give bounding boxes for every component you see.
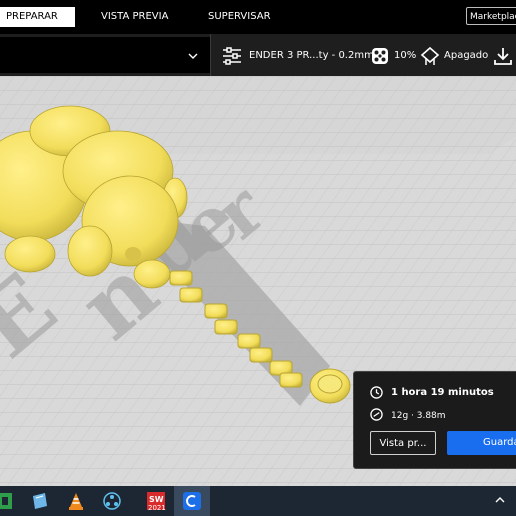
taskbar-app-3[interactable]	[58, 486, 94, 516]
print-time: 1 hora 19 minutos	[391, 387, 494, 398]
taskbar-app-5[interactable]: SW 2021	[138, 486, 174, 516]
chevron-up-icon[interactable]	[494, 494, 506, 506]
support-status[interactable]: Apagado	[444, 49, 488, 63]
marketplace-button[interactable]: Marketplace	[466, 7, 516, 25]
app-header: PREPARAR VISTA PREVIA SUPERVISAR Marketp…	[0, 0, 516, 34]
printer-selector[interactable]	[0, 37, 210, 73]
app-green-icon	[0, 493, 12, 509]
windows-taskbar: SW 2021	[0, 486, 516, 516]
app-network-icon	[103, 492, 121, 510]
taskbar-app-1[interactable]	[0, 486, 22, 516]
tab-vista-previa[interactable]: VISTA PREVIA	[95, 7, 174, 27]
vlc-icon	[69, 493, 83, 510]
toolbar-divider	[210, 34, 211, 76]
clock-icon	[370, 386, 383, 399]
material-usage: 12g · 3.88m	[391, 411, 446, 421]
solidworks-version-label: 2021	[148, 504, 166, 512]
taskbar-app-2[interactable]	[22, 486, 58, 516]
tab-supervisar[interactable]: SUPERVISAR	[202, 7, 277, 27]
app-notepad-icon	[33, 493, 47, 509]
filament-spool-icon	[370, 408, 383, 421]
print-summary-panel: 1 hora 19 minutos 12g · 3.88m Vista pr..…	[353, 371, 516, 469]
taskbar-app-6[interactable]	[174, 486, 210, 516]
infill-value[interactable]: 10%	[394, 49, 416, 63]
cura-icon	[183, 492, 201, 510]
print-settings-bar: ENDER 3 PR...ty - 0.2mm 10% Apagado	[0, 34, 516, 76]
svg-text:SW: SW	[149, 495, 164, 504]
tab-preparar[interactable]: PREPARAR	[0, 7, 75, 27]
support-icon[interactable]	[420, 46, 440, 66]
download-icon[interactable]	[493, 46, 513, 66]
infill-icon[interactable]	[370, 46, 390, 66]
chevron-down-icon[interactable]	[188, 51, 198, 61]
preview-button[interactable]: Vista pr...	[370, 431, 436, 455]
save-button[interactable]: Guardar	[447, 431, 516, 455]
taskbar-app-4[interactable]	[94, 486, 130, 516]
settings-sliders-icon[interactable]	[222, 46, 242, 66]
printer-profile-label[interactable]: ENDER 3 PR...ty - 0.2mm	[249, 49, 374, 63]
